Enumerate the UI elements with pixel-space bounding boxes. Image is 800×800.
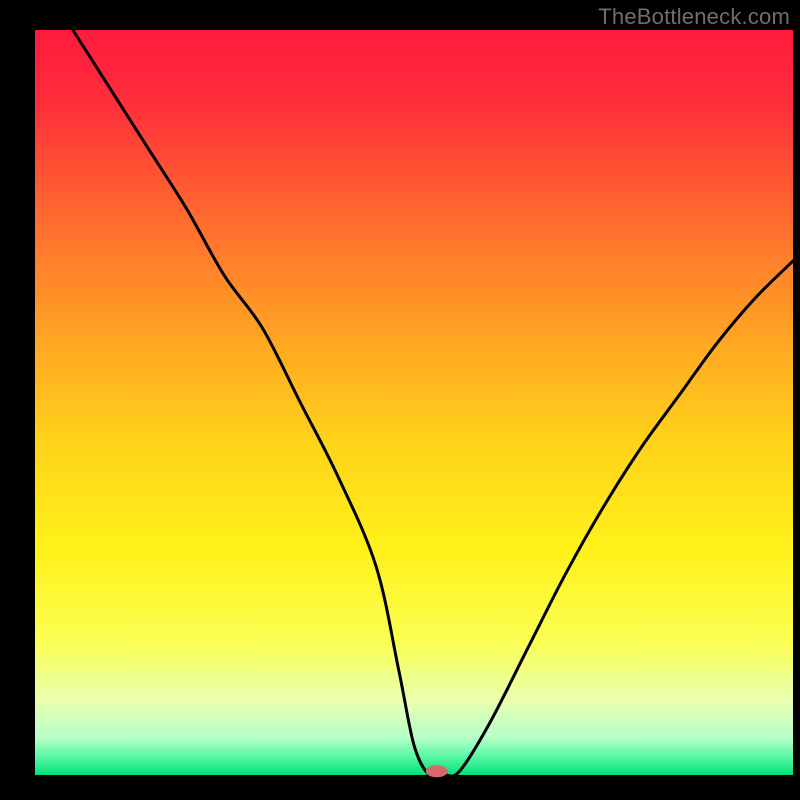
watermark-text: TheBottleneck.com [598, 4, 790, 30]
bottleneck-chart [0, 0, 800, 800]
plot-background [35, 30, 793, 775]
chart-frame: TheBottleneck.com [0, 0, 800, 800]
optimal-marker [426, 765, 448, 777]
